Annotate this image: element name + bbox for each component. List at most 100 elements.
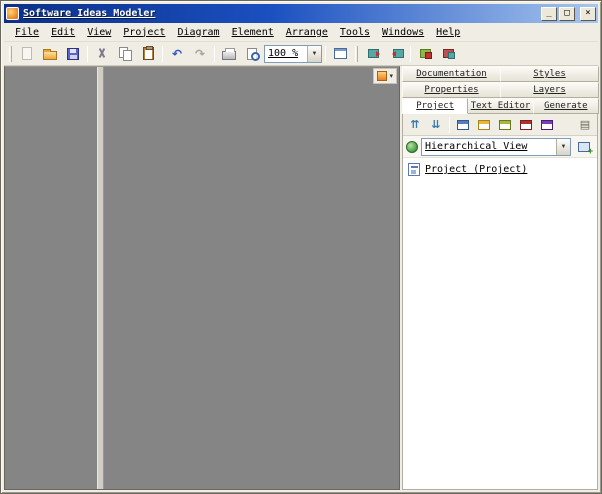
panel-menu-icon: ▤: [579, 118, 591, 131]
minimize-button[interactable]: _: [541, 6, 557, 21]
new-document-icon: [22, 47, 32, 60]
diagram-filter-purple-button[interactable]: [537, 116, 557, 134]
save-button[interactable]: [62, 44, 84, 64]
page-icon: [377, 71, 388, 81]
tree-item-label: Project (Project): [425, 164, 528, 175]
tab-row-2: Properties Layers: [402, 82, 599, 98]
window-controls: _ □ ×: [541, 6, 596, 21]
print-preview-button[interactable]: [241, 44, 263, 64]
copy-icon: [118, 47, 132, 61]
view-mode-icon: [406, 140, 418, 153]
tab-layers[interactable]: Layers: [500, 82, 599, 98]
panel-splitter[interactable]: [97, 67, 104, 489]
view-mode-value: Hierarchical View: [425, 141, 528, 152]
diagram-filter-olive-button[interactable]: [495, 116, 515, 134]
menu-tools[interactable]: Tools: [334, 25, 376, 40]
toolbar-separator: [87, 45, 88, 62]
menu-edit[interactable]: Edit: [45, 25, 81, 40]
fit-page-button[interactable]: [329, 44, 351, 64]
panel-menu-button[interactable]: ▤: [575, 116, 595, 134]
group-icon: [419, 49, 432, 59]
tab-project[interactable]: Project: [402, 98, 469, 114]
diagram-filter-red-button[interactable]: [516, 116, 536, 134]
tree-expand-all-button[interactable]: ⇊: [426, 116, 446, 134]
tab-styles[interactable]: Styles: [500, 66, 599, 82]
main-toolbar: ↶ ↷ 100 % ▼: [4, 42, 598, 66]
toolbar-separator: [410, 45, 411, 62]
menubar: File Edit View Project Diagram Element A…: [4, 23, 598, 42]
tab-label: Project: [416, 101, 455, 111]
project-panel: ⇈ ⇊ ▤ Hierarchical View ▼ + Project (Pro…: [402, 114, 598, 490]
collapse-all-icon: ⇈: [410, 118, 420, 131]
print-preview-icon: [247, 47, 260, 61]
tab-generate[interactable]: Generate: [532, 98, 599, 114]
send-backward-button[interactable]: [385, 44, 407, 64]
open-button[interactable]: [39, 44, 61, 64]
menu-windows[interactable]: Windows: [376, 25, 430, 40]
menu-element[interactable]: Element: [226, 25, 280, 40]
tab-properties[interactable]: Properties: [402, 82, 501, 98]
tree-item-project[interactable]: Project (Project): [406, 162, 594, 177]
tab-row-1: Documentation Styles: [402, 66, 599, 82]
tab-documentation[interactable]: Documentation: [402, 66, 501, 82]
maximize-button[interactable]: □: [559, 6, 575, 21]
tree-collapse-all-button[interactable]: ⇈: [405, 116, 425, 134]
redo-icon: ↷: [194, 46, 206, 61]
menu-project[interactable]: Project: [117, 25, 171, 40]
project-toolbar: ⇈ ⇊ ▤: [403, 114, 597, 136]
project-tree[interactable]: Project (Project): [403, 158, 597, 489]
expand-all-icon: ⇊: [431, 118, 441, 131]
menu-arrange[interactable]: Arrange: [280, 25, 334, 40]
tab-label: Text Editor: [470, 101, 531, 111]
diagram-yellow-icon: [478, 119, 490, 130]
view-dropdown-button[interactable]: ▼: [556, 138, 570, 155]
diagram-filter-yellow-button[interactable]: [474, 116, 494, 134]
add-view-button[interactable]: [574, 138, 594, 157]
ungroup-icon: [442, 49, 455, 59]
paste-icon: [142, 46, 154, 60]
add-view-icon: [578, 141, 593, 157]
zoom-select[interactable]: 100 % ▼: [264, 44, 322, 63]
toolbar-separator: [449, 116, 450, 133]
cut-button[interactable]: [91, 44, 113, 64]
titlebar[interactable]: Software Ideas Modeler _ □ ×: [4, 4, 598, 23]
toolbar-grip[interactable]: [9, 45, 12, 62]
dropdown-arrow-icon: ▾: [389, 72, 393, 80]
tab-text-editor[interactable]: Text Editor: [467, 98, 534, 114]
paste-button[interactable]: [137, 44, 159, 64]
close-button[interactable]: ×: [580, 6, 596, 21]
app-window: Software Ideas Modeler _ □ × File Edit V…: [0, 0, 602, 494]
menu-file[interactable]: File: [9, 25, 45, 40]
toolbar-grip-2[interactable]: [355, 45, 358, 62]
page-options-button[interactable]: ▾: [373, 68, 397, 84]
diagram-filter-blue-button[interactable]: [453, 116, 473, 134]
save-icon: [67, 47, 79, 60]
menu-view[interactable]: View: [81, 25, 117, 40]
diagram-blue-icon: [457, 119, 469, 130]
app-icon: [6, 7, 19, 20]
send-backward-icon: [391, 49, 404, 58]
copy-button[interactable]: [114, 44, 136, 64]
diagram-canvas[interactable]: ▾: [4, 66, 400, 490]
ungroup-button[interactable]: [437, 44, 459, 64]
tab-row-3: Project Text Editor Generate: [402, 98, 599, 114]
undo-button[interactable]: ↶: [166, 44, 188, 64]
print-icon: [222, 48, 236, 60]
new-document-button[interactable]: [16, 44, 38, 64]
tab-label: Styles: [533, 69, 566, 79]
diagram-purple-icon: [541, 119, 553, 130]
zoom-dropdown-button[interactable]: ▼: [307, 45, 321, 62]
menu-help[interactable]: Help: [430, 25, 466, 40]
open-folder-icon: [43, 48, 57, 60]
view-mode-select[interactable]: Hierarchical View ▼: [421, 137, 571, 156]
menu-diagram[interactable]: Diagram: [171, 25, 225, 40]
content-area: ▾ Documentation Styles Properties Layers…: [4, 66, 599, 490]
bring-forward-icon: [367, 49, 380, 58]
bring-forward-button[interactable]: [362, 44, 384, 64]
group-button[interactable]: [414, 44, 436, 64]
tab-label: Properties: [424, 85, 479, 95]
undo-icon: ↶: [171, 46, 183, 61]
print-button[interactable]: [218, 44, 240, 64]
cut-icon: [96, 47, 108, 60]
redo-button[interactable]: ↷: [189, 44, 211, 64]
